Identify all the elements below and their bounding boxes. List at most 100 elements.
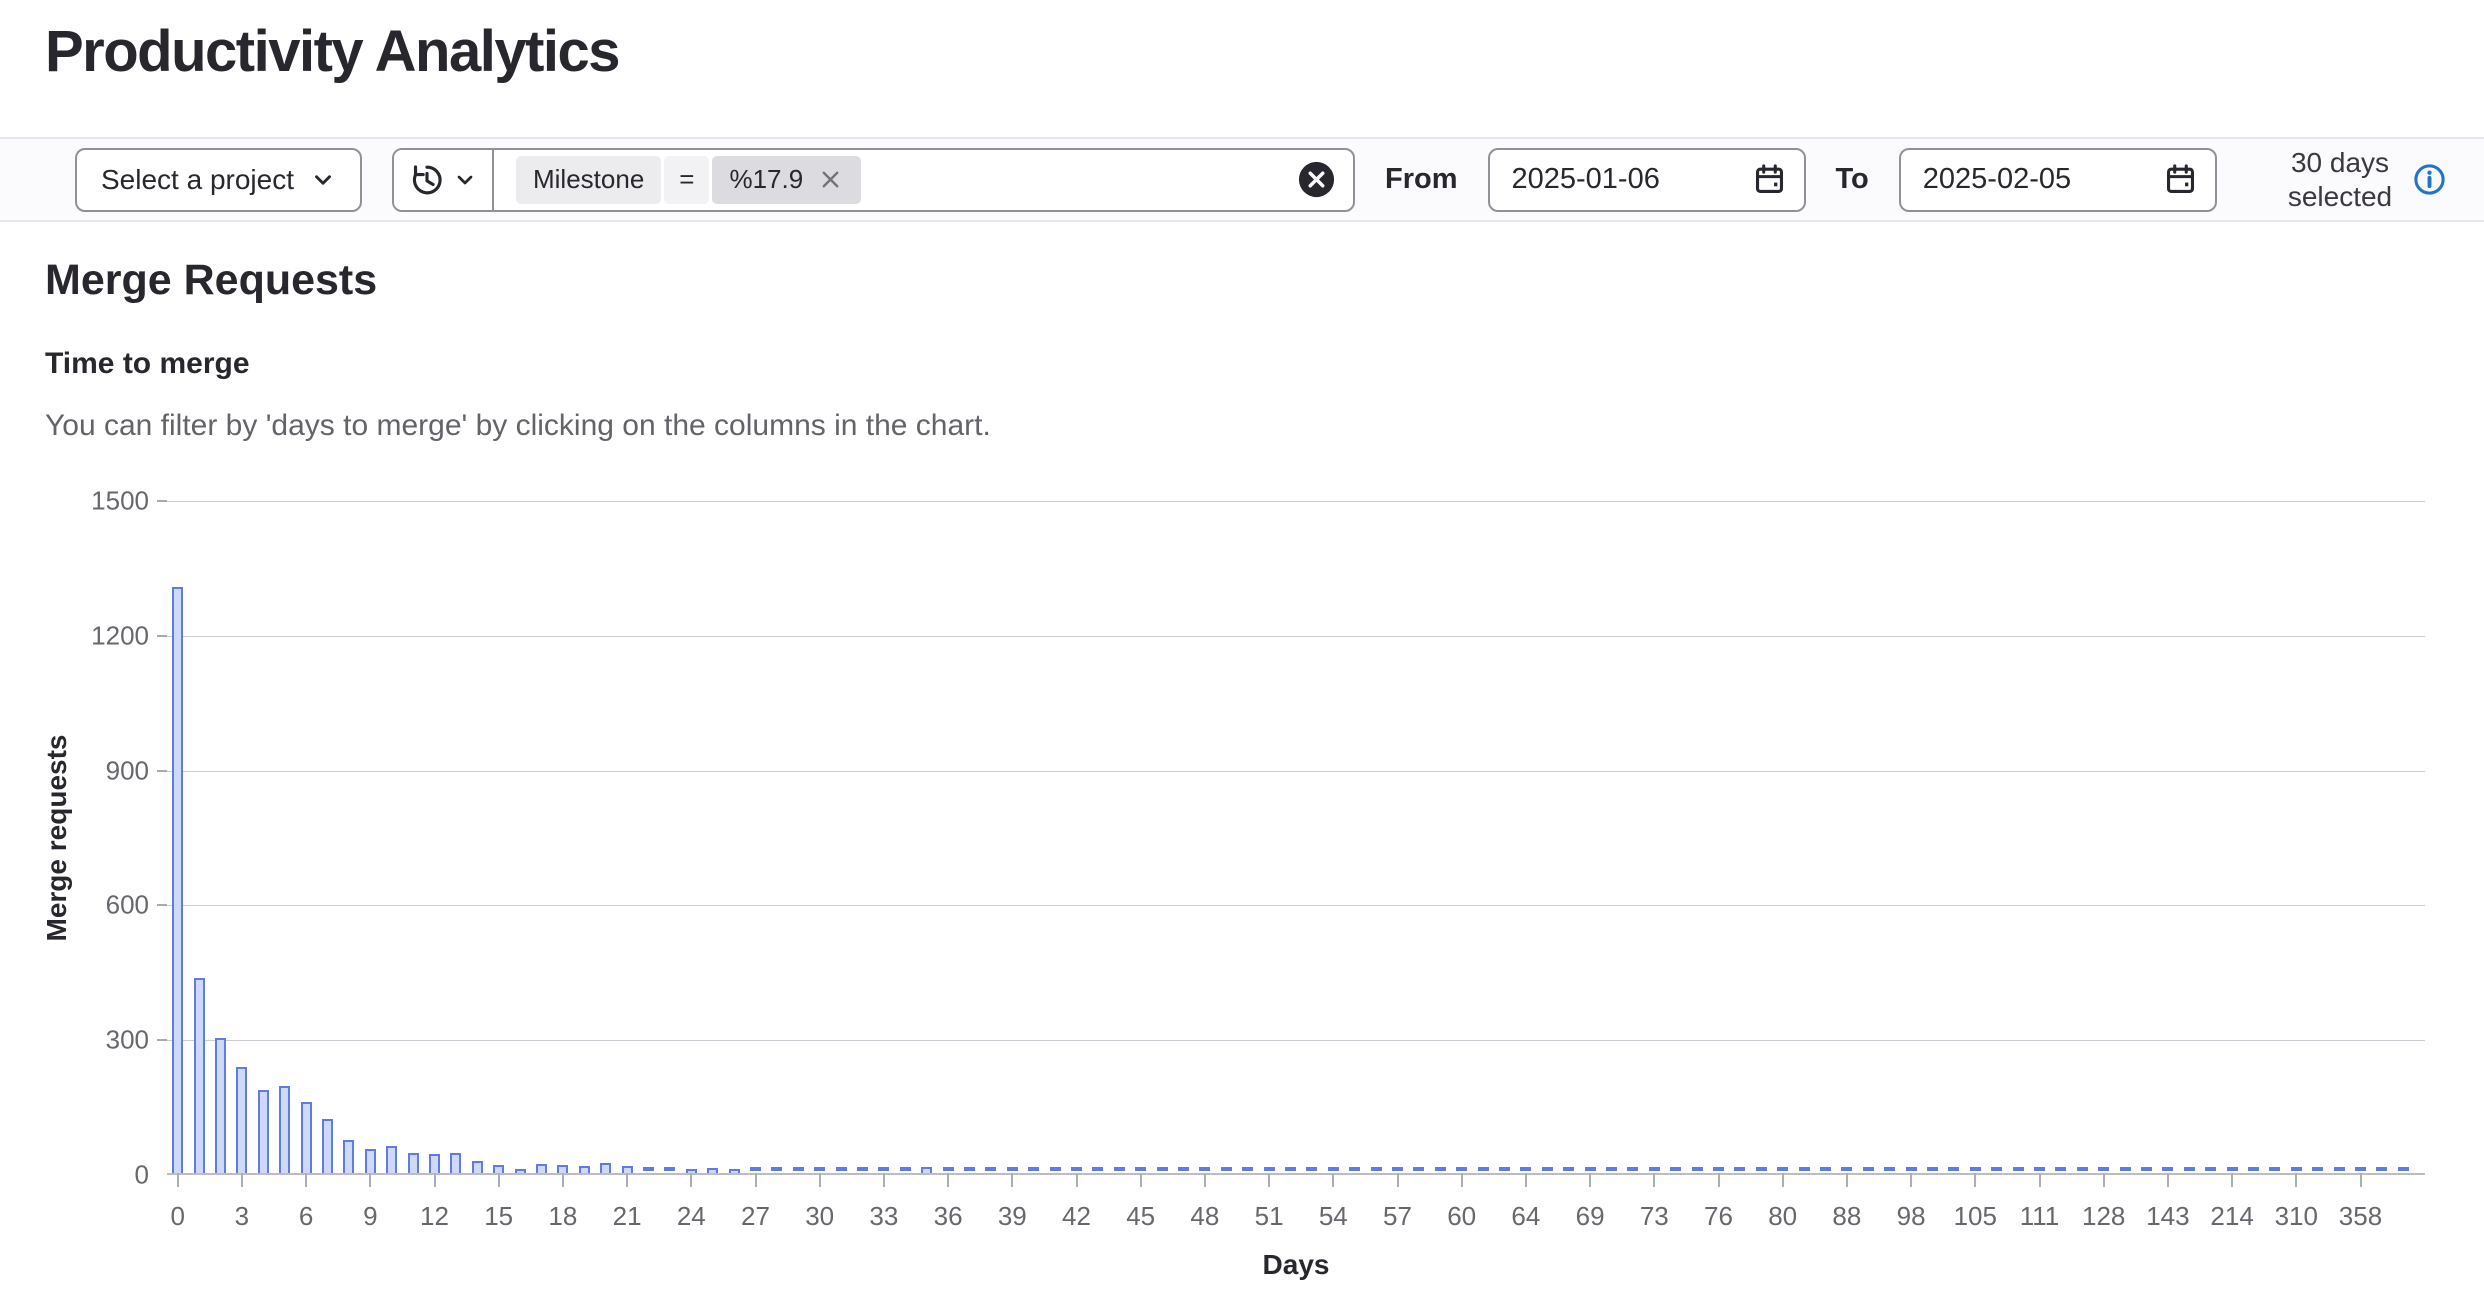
bar[interactable] xyxy=(1863,1167,1874,1171)
bar[interactable] xyxy=(1670,1167,1681,1171)
bar[interactable] xyxy=(707,1168,718,1173)
bar[interactable] xyxy=(2205,1167,2216,1171)
bar[interactable] xyxy=(1242,1167,1253,1171)
from-date-input[interactable]: 2025-01-06 xyxy=(1488,148,1806,212)
bar[interactable] xyxy=(1413,1167,1424,1171)
bar[interactable] xyxy=(1542,1167,1553,1171)
bar[interactable] xyxy=(1970,1167,1981,1171)
bar[interactable] xyxy=(172,587,183,1173)
bar[interactable] xyxy=(215,1038,226,1173)
filter-token-key[interactable]: Milestone xyxy=(516,156,661,204)
bar[interactable] xyxy=(1777,1167,1788,1171)
bar[interactable] xyxy=(1884,1167,1895,1171)
bar[interactable] xyxy=(301,1102,312,1173)
bar[interactable] xyxy=(836,1167,847,1171)
bar[interactable] xyxy=(1756,1167,1767,1171)
bar[interactable] xyxy=(1799,1167,1810,1171)
bar[interactable] xyxy=(279,1086,290,1173)
bar[interactable] xyxy=(557,1165,568,1173)
bar[interactable] xyxy=(2291,1167,2302,1171)
bar[interactable] xyxy=(2334,1167,2345,1171)
bar[interactable] xyxy=(921,1167,932,1173)
bar[interactable] xyxy=(450,1153,461,1173)
bar[interactable] xyxy=(365,1149,376,1173)
filter-token-value[interactable]: %17.9 xyxy=(712,156,861,204)
bar[interactable] xyxy=(515,1169,526,1173)
bar[interactable] xyxy=(1456,1167,1467,1171)
clear-search-button[interactable] xyxy=(1298,161,1335,198)
bar[interactable] xyxy=(2120,1167,2131,1171)
days-selected-info-button[interactable] xyxy=(2413,163,2446,196)
bar[interactable] xyxy=(343,1140,354,1173)
bar[interactable] xyxy=(1692,1167,1703,1171)
bar[interactable] xyxy=(1520,1167,1531,1171)
bar[interactable] xyxy=(793,1167,804,1171)
bar[interactable] xyxy=(1499,1167,1510,1171)
bar[interactable] xyxy=(408,1153,419,1173)
bar[interactable] xyxy=(1627,1167,1638,1171)
to-date-input[interactable]: 2025-02-05 xyxy=(1899,148,2217,212)
bar[interactable] xyxy=(2013,1167,2024,1171)
bar[interactable] xyxy=(1328,1167,1339,1171)
bar[interactable] xyxy=(194,978,205,1173)
bar[interactable] xyxy=(1306,1167,1317,1171)
bar[interactable] xyxy=(1392,1167,1403,1171)
bar[interactable] xyxy=(1585,1167,1596,1171)
bar[interactable] xyxy=(857,1167,868,1171)
bar[interactable] xyxy=(1071,1167,1082,1171)
bar[interactable] xyxy=(2055,1167,2066,1171)
bar[interactable] xyxy=(1906,1167,1917,1171)
bar[interactable] xyxy=(1199,1167,1210,1171)
bar[interactable] xyxy=(943,1167,954,1171)
bar[interactable] xyxy=(2141,1167,2152,1171)
bar[interactable] xyxy=(1114,1167,1125,1171)
bar[interactable] xyxy=(964,1167,975,1171)
bar[interactable] xyxy=(2312,1167,2323,1171)
bar[interactable] xyxy=(1991,1167,2002,1171)
bar[interactable] xyxy=(985,1167,996,1171)
bar[interactable] xyxy=(878,1167,889,1171)
bar[interactable] xyxy=(2248,1167,2259,1171)
bar[interactable] xyxy=(1563,1167,1574,1171)
bar[interactable] xyxy=(1264,1167,1275,1171)
bar[interactable] xyxy=(236,1067,247,1173)
bar[interactable] xyxy=(1713,1167,1724,1171)
bar[interactable] xyxy=(622,1166,633,1173)
bar[interactable] xyxy=(1371,1167,1382,1171)
search-history-button[interactable] xyxy=(394,150,494,210)
bar[interactable] xyxy=(1478,1167,1489,1171)
bar[interactable] xyxy=(900,1167,911,1171)
bar[interactable] xyxy=(1092,1167,1103,1171)
token-close-icon[interactable] xyxy=(817,166,844,193)
bar[interactable] xyxy=(1948,1167,1959,1171)
bar[interactable] xyxy=(429,1154,440,1173)
bar[interactable] xyxy=(1050,1167,1061,1171)
bar[interactable] xyxy=(1841,1167,1852,1171)
filter-token-operator[interactable]: = xyxy=(664,156,709,204)
bar[interactable] xyxy=(1734,1167,1745,1171)
bar[interactable] xyxy=(1649,1167,1660,1171)
bar[interactable] xyxy=(1349,1167,1360,1171)
bar[interactable] xyxy=(472,1161,483,1173)
bar[interactable] xyxy=(729,1169,740,1173)
bar[interactable] xyxy=(1157,1167,1168,1171)
bar[interactable] xyxy=(493,1165,504,1173)
bar[interactable] xyxy=(2376,1167,2387,1171)
bar[interactable] xyxy=(2098,1167,2109,1171)
bar[interactable] xyxy=(579,1166,590,1173)
bar[interactable] xyxy=(536,1164,547,1173)
bar[interactable] xyxy=(664,1167,675,1171)
bar[interactable] xyxy=(814,1167,825,1171)
bar[interactable] xyxy=(1606,1167,1617,1171)
bar[interactable] xyxy=(2227,1167,2238,1171)
bar[interactable] xyxy=(1007,1167,1018,1171)
bar[interactable] xyxy=(258,1090,269,1173)
bar[interactable] xyxy=(2077,1167,2088,1171)
bar[interactable] xyxy=(2184,1167,2195,1171)
project-select-button[interactable]: Select a project xyxy=(75,148,362,212)
bar[interactable] xyxy=(2398,1167,2409,1171)
bar[interactable] xyxy=(1927,1167,1938,1171)
bar[interactable] xyxy=(750,1167,761,1171)
bar[interactable] xyxy=(600,1163,611,1173)
bar[interactable] xyxy=(2269,1167,2280,1171)
